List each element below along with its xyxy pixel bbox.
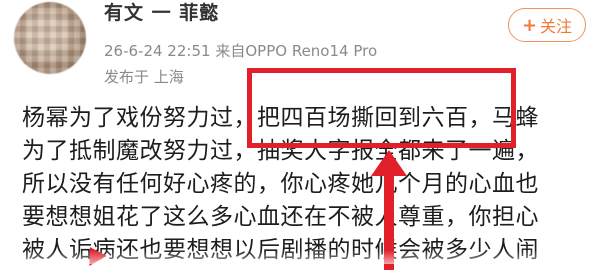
bottom-fade [0,250,600,264]
post-line: 要想想姐花了这么多心血还在不被人尊重，你担心 [22,204,539,230]
post-device: OPPO Reno14 Pro [245,42,378,60]
post-date: 26-6-24 22:51 [104,42,211,60]
highlight-box [247,68,516,148]
avatar[interactable] [14,2,86,74]
post-meta: 26-6-24 22:51 来自OPPO Reno14 Pro [104,40,377,61]
avatar-mosaic [14,2,86,74]
username[interactable]: 有文 一 菲懿 [104,0,219,22]
post-line: 所以没有任何好心疼的，你心疼她几个月的心血也 [22,171,539,197]
post-location: 发布于 上海 [104,68,184,86]
follow-label: 关注 [540,17,573,36]
plus-icon: + [521,14,538,36]
follow-button[interactable]: + 关注 [508,8,586,42]
post-source-prefix: 来自 [215,42,246,60]
